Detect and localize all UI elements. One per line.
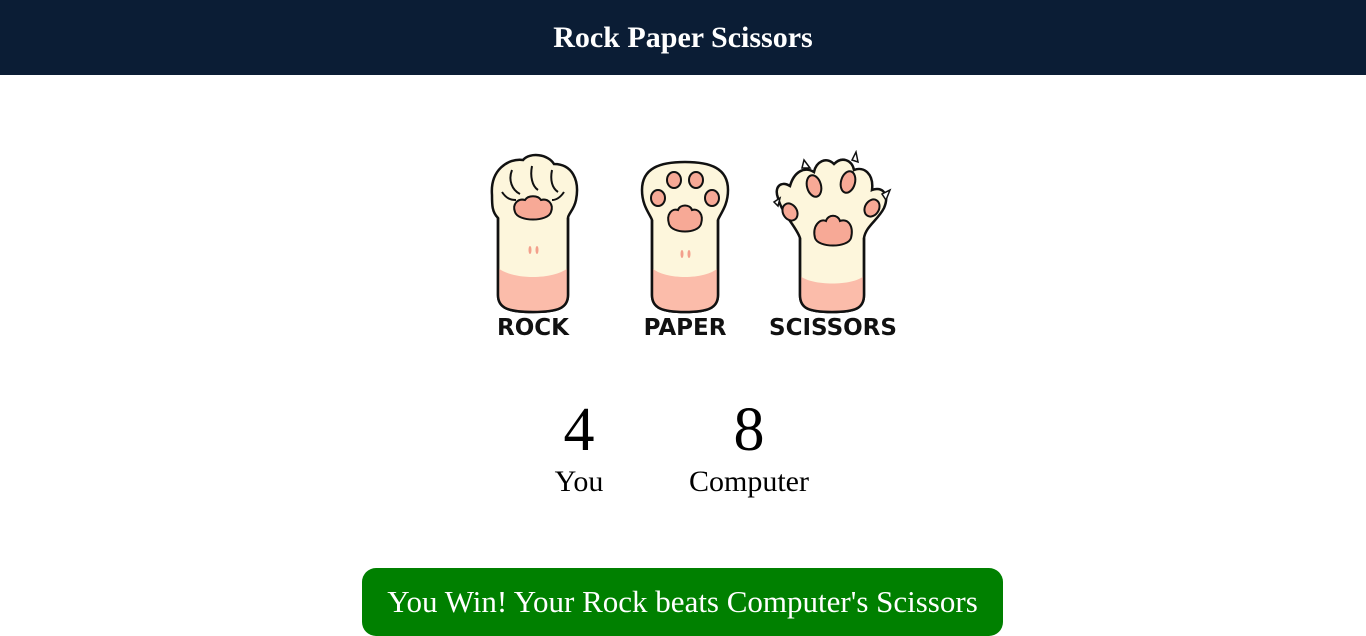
user-score-value: 4 bbox=[563, 396, 595, 464]
rock-label: ROCK bbox=[497, 315, 569, 341]
rock-choice[interactable]: ROCK bbox=[468, 150, 598, 350]
rock-paw-icon bbox=[490, 153, 579, 314]
scissors-choice[interactable]: SCISSORS bbox=[768, 150, 898, 350]
paper-choice[interactable]: PAPER bbox=[620, 150, 750, 350]
header-bar: Rock Paper Scissors bbox=[0, 0, 1366, 75]
user-score-label: You bbox=[554, 465, 604, 498]
scissors-paw-icon bbox=[772, 150, 892, 314]
page-title: Rock Paper Scissors bbox=[553, 20, 813, 54]
paper-paw-icon bbox=[640, 160, 730, 314]
user-score: 4 You bbox=[529, 395, 629, 499]
choice-row: ROCK PAPER SCISSORS bbox=[0, 150, 1366, 350]
computer-score: 8 Computer bbox=[669, 395, 829, 499]
computer-score-label: Computer bbox=[689, 465, 809, 498]
scissors-label: SCISSORS bbox=[769, 315, 897, 341]
paper-label: PAPER bbox=[643, 315, 727, 341]
result-message: You Win! Your Rock beats Computer's Scis… bbox=[362, 568, 1003, 636]
computer-score-value: 8 bbox=[733, 396, 765, 464]
